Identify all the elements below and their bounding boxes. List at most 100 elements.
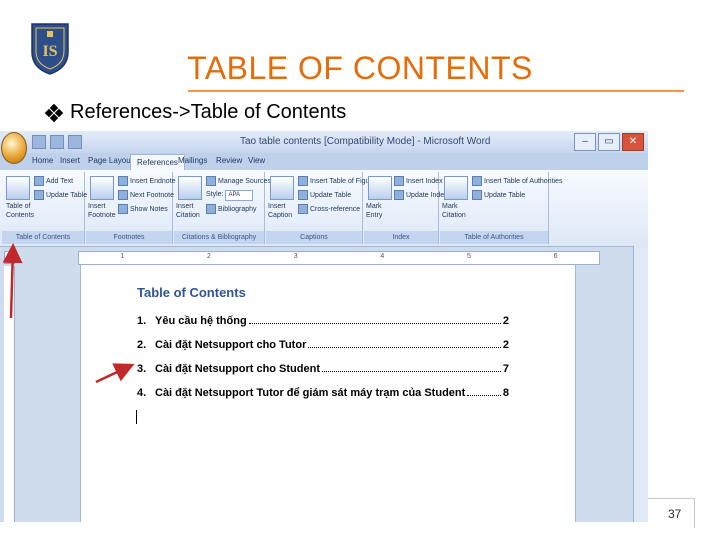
update-figures-table-label: Update Table <box>310 191 352 199</box>
window-controls: – ▭ ✕ <box>574 133 644 151</box>
insert-citation-button[interactable]: Insert Citation <box>176 202 206 220</box>
diamond-bullet-icon <box>44 103 64 122</box>
update-table-label: Update Table <box>46 191 88 199</box>
toc-entry[interactable]: 2. Cài đặt Netsupport cho Tutor 2 <box>137 339 509 351</box>
style-dropdown[interactable]: APA <box>225 190 254 201</box>
toc-leader-dots <box>248 323 501 324</box>
vertical-scrollbar[interactable] <box>633 246 648 522</box>
style-selector[interactable]: Style: APA <box>206 190 254 201</box>
cross-reference-label: Cross-reference <box>310 205 361 213</box>
insert-caption-icon[interactable] <box>270 176 294 200</box>
toc-entry-text: Cài đặt Netsupport cho Tutor <box>155 339 307 351</box>
show-notes-label: Show Notes <box>130 205 168 213</box>
toc-entry-number: 2. <box>137 339 147 351</box>
table-of-contents-button[interactable]: Table of Contents <box>6 202 34 220</box>
svg-text:IS: IS <box>42 43 57 60</box>
cross-reference-button[interactable]: Cross-reference <box>298 204 360 214</box>
toc-entry-page: 2 <box>502 339 509 351</box>
maximize-button[interactable]: ▭ <box>598 133 620 151</box>
toc-leader-dots <box>467 395 501 396</box>
toc-entry-text: Cài đặt Netsupport Tutor để giám sát máy… <box>155 387 466 399</box>
document-page[interactable]: Table of Contents 1. Yêu cầu hệ thống 2 … <box>80 265 576 522</box>
tab-page-layout[interactable]: Page Layout <box>88 156 133 165</box>
toc-leader-dots <box>322 371 501 372</box>
group-label: Captions <box>266 231 362 244</box>
mark-citation-button[interactable]: Mark Citation <box>442 202 472 220</box>
insert-endnote-button[interactable]: Insert Endnote <box>118 176 176 186</box>
tab-references[interactable]: References <box>130 154 185 171</box>
ribbon: Table of Contents Add Text Update Table … <box>0 170 648 247</box>
show-notes-button[interactable]: Show Notes <box>118 204 168 214</box>
table-of-figures-icon <box>298 176 308 186</box>
mark-entry-button[interactable]: Mark Entry <box>366 202 392 220</box>
toc-entry-page: 7 <box>502 363 509 375</box>
insert-table-of-authorities-label: Insert Table of Authorities <box>484 177 563 185</box>
ruler-number: 6 <box>553 253 558 260</box>
update-authorities-button[interactable]: Update Table <box>472 190 525 200</box>
toc-entry-number: 3. <box>137 363 147 375</box>
group-label: Citations & Bibliography <box>174 231 264 244</box>
table-of-contents-icon[interactable] <box>6 176 30 200</box>
ruler-number: 2 <box>207 253 211 260</box>
footer-line <box>648 498 694 499</box>
mark-entry-icon[interactable] <box>368 176 392 200</box>
toc-entry-number: 4. <box>137 387 147 399</box>
toc-entry-page: 8 <box>502 387 509 399</box>
minimize-button[interactable]: – <box>574 133 596 151</box>
cross-reference-icon <box>298 204 308 214</box>
horizontal-ruler[interactable]: 1 2 3 4 5 6 <box>78 251 600 265</box>
group-captions: Insert Caption Insert Table of Figures U… <box>266 172 379 244</box>
add-text-label: Add Text <box>46 177 74 185</box>
insert-citation-icon[interactable] <box>178 176 202 200</box>
insert-index-button[interactable]: Insert Index <box>394 176 443 186</box>
bibliography-button[interactable]: Bibliography <box>206 204 257 214</box>
tab-home[interactable]: Home <box>32 156 53 165</box>
undo-icon[interactable] <box>50 135 64 149</box>
bullet-item: References->Table of Contents <box>44 101 346 124</box>
ruler-number: 3 <box>293 253 298 260</box>
toc-entry[interactable]: 1. Yêu cầu hệ thống 2 <box>137 315 509 327</box>
footer-line-vertical <box>694 498 695 528</box>
insert-index-label: Insert Index <box>406 177 443 185</box>
insert-footnote-icon[interactable] <box>90 176 114 200</box>
office-button[interactable] <box>1 132 27 164</box>
update-table-icon <box>298 190 308 200</box>
tab-selector[interactable] <box>4 251 15 264</box>
insert-table-of-authorities-button[interactable]: Insert Table of Authorities <box>472 176 562 186</box>
text-cursor <box>136 410 137 424</box>
update-authorities-label: Update Table <box>484 191 526 199</box>
school-logo: IS <box>31 23 69 75</box>
next-footnote-button[interactable]: Next Footnote <box>118 190 174 200</box>
close-button[interactable]: ✕ <box>622 133 644 151</box>
insert-endnote-icon <box>118 176 128 186</box>
insert-index-icon <box>394 176 404 186</box>
mark-citation-icon[interactable] <box>444 176 468 200</box>
toc-entry-page: 2 <box>502 315 509 327</box>
toc-entry[interactable]: 4. Cài đặt Netsupport Tutor để giám sát … <box>137 387 509 399</box>
word-window: Tao table contents [Compatibility Mode] … <box>0 131 648 522</box>
vertical-ruler[interactable] <box>4 266 15 522</box>
save-icon[interactable] <box>32 135 46 149</box>
manage-sources-button[interactable]: Manage Sources <box>206 176 271 186</box>
ribbon-tabs: Home Insert Page Layout References Maili… <box>0 153 648 171</box>
insert-footnote-button[interactable]: Insert Footnote <box>88 202 118 220</box>
toc-entry-text: Cài đặt Netsupport cho Student <box>155 363 320 375</box>
redo-icon[interactable] <box>68 135 82 149</box>
update-table-button[interactable]: Update Table <box>34 190 87 200</box>
title-bar: Tao table contents [Compatibility Mode] … <box>0 131 648 153</box>
ruler-number: 1 <box>120 253 125 260</box>
tab-review[interactable]: Review <box>216 156 242 165</box>
tab-insert[interactable]: Insert <box>60 156 80 165</box>
add-text-icon <box>34 176 44 186</box>
slide-title: TABLE OF CONTENTS <box>187 50 533 86</box>
add-text-button[interactable]: Add Text <box>34 176 73 186</box>
toc-entry[interactable]: 3. Cài đặt Netsupport cho Student 7 <box>137 363 509 375</box>
show-notes-icon <box>118 204 128 214</box>
group-table-of-authorities: Mark Citation Insert Table of Authoritie… <box>440 172 562 244</box>
insert-caption-button[interactable]: Insert Caption <box>268 202 298 220</box>
update-table-icon <box>34 190 44 200</box>
update-figures-table-button[interactable]: Update Table <box>298 190 351 200</box>
tab-mailings[interactable]: Mailings <box>178 156 207 165</box>
tab-view[interactable]: View <box>248 156 265 165</box>
manage-sources-label: Manage Sources <box>218 177 271 185</box>
